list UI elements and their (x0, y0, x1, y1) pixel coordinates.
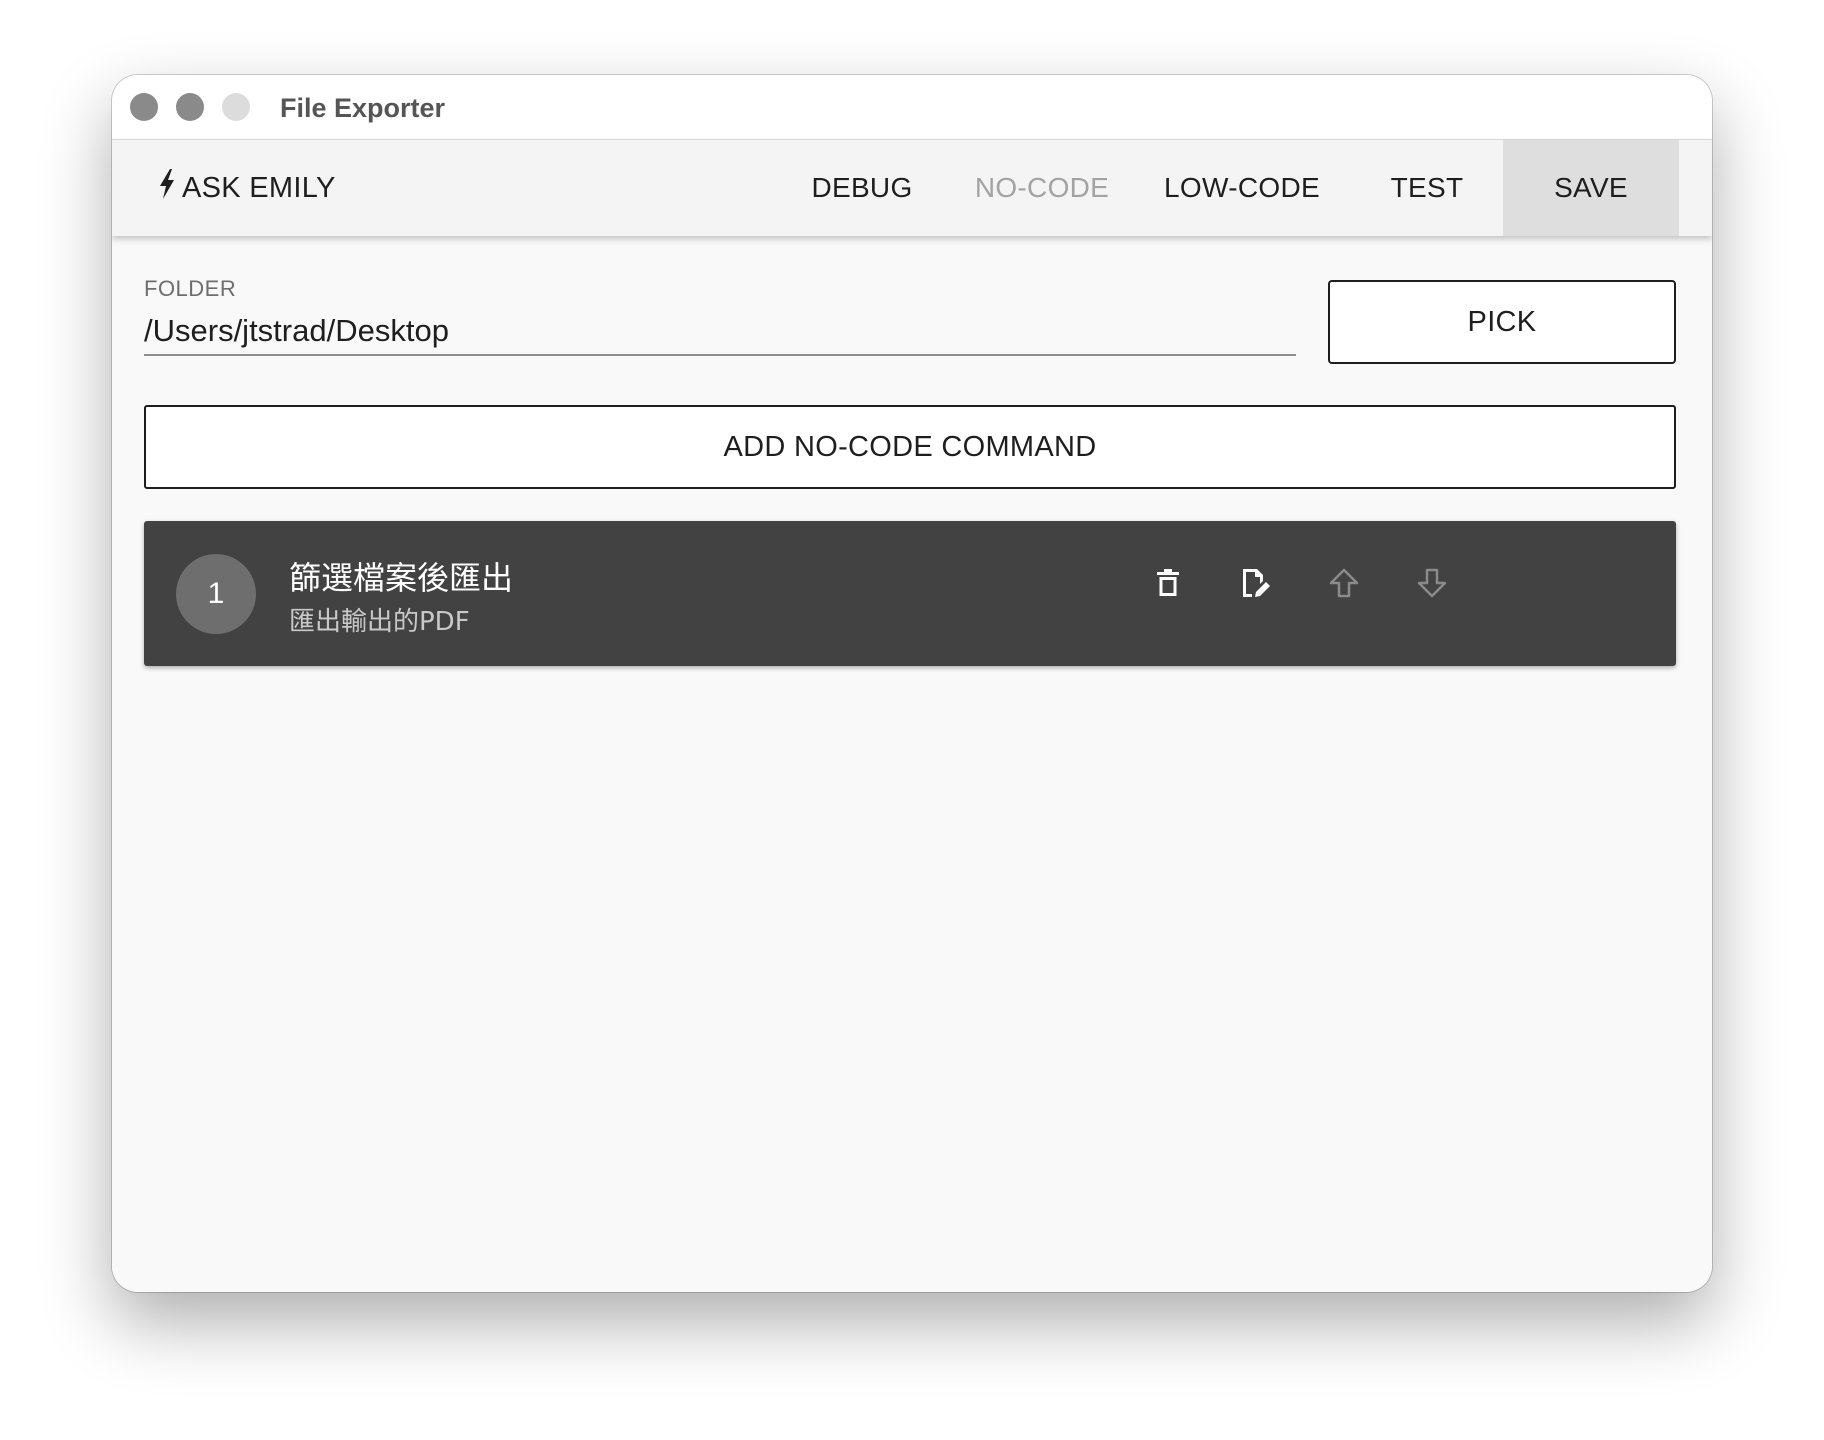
tab-test[interactable]: TEST (1362, 140, 1492, 236)
window-title: File Exporter (280, 93, 446, 123)
tab-low-code[interactable]: LOW-CODE (1152, 140, 1332, 236)
close-window-button[interactable] (130, 93, 158, 121)
app-window: File Exporter ASK EMILY DEBUG NO-CODE LO… (112, 75, 1712, 1292)
main-content: FOLDER PICK ADD NO-CODE COMMAND 1 篩選檔案後匯… (112, 236, 1712, 1292)
tab-no-code[interactable]: NO-CODE (962, 140, 1122, 236)
folder-label: FOLDER (144, 276, 237, 301)
step-number-badge: 1 (176, 554, 256, 634)
trash-icon[interactable] (1144, 559, 1192, 607)
add-no-code-command-button[interactable]: ADD NO-CODE COMMAND (144, 405, 1676, 489)
minimize-window-button[interactable] (176, 93, 204, 121)
edit-file-icon[interactable] (1232, 559, 1280, 607)
pick-folder-button[interactable]: PICK (1328, 280, 1676, 364)
command-title: 篩選檔案後匯出 (289, 559, 514, 597)
command-card[interactable]: 1 篩選檔案後匯出 匯出輸出的PDF (144, 521, 1676, 666)
command-subtitle: 匯出輸出的PDF (289, 607, 470, 637)
tab-debug[interactable]: DEBUG (802, 140, 922, 236)
maximize-window-button[interactable] (222, 93, 250, 121)
save-button[interactable]: SAVE (1503, 140, 1679, 236)
toolbar: ASK EMILY DEBUG NO-CODE LOW-CODE TEST SA… (112, 140, 1712, 236)
ask-emily-button[interactable]: ASK EMILY (158, 169, 336, 207)
arrow-up-icon[interactable] (1320, 559, 1368, 607)
lightning-icon (158, 169, 182, 207)
folder-path-input[interactable] (144, 308, 1296, 356)
ask-emily-label: ASK EMILY (182, 171, 336, 204)
title-bar: File Exporter (112, 75, 1712, 140)
arrow-down-icon[interactable] (1408, 559, 1456, 607)
